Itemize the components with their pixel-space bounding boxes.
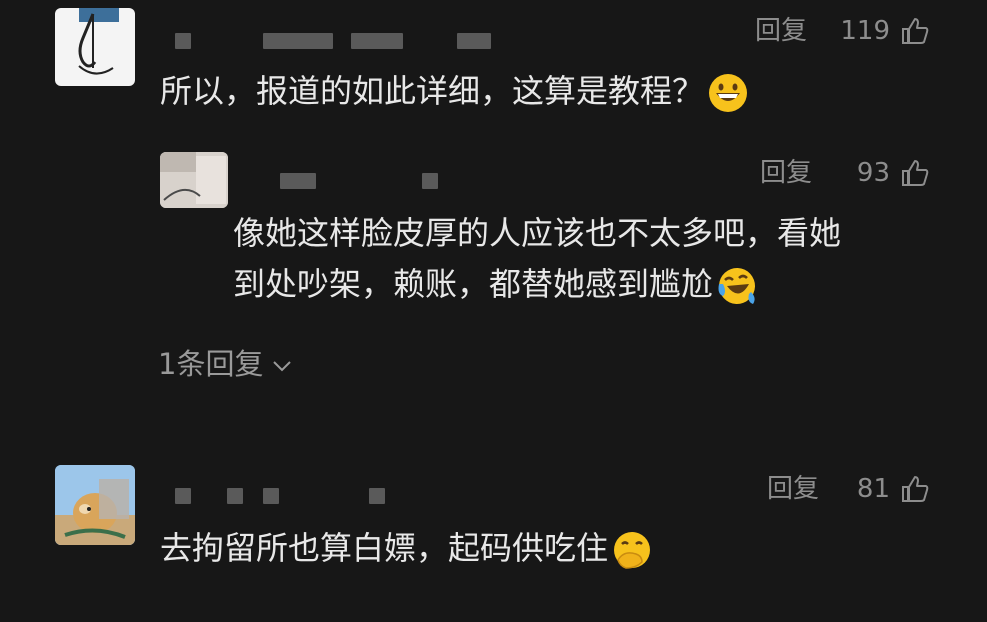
thinking-hand-over-mouth-emoji <box>614 532 651 569</box>
hanging-rope-icon <box>78 8 119 75</box>
comment-text: 所以，报道的如此详细，这算是教程？ <box>160 68 748 114</box>
expand-replies-button[interactable]: 1条回复 <box>158 346 293 382</box>
username-redacted[interactable] <box>280 173 440 189</box>
thumbs-up-icon[interactable] <box>900 474 930 504</box>
avatar[interactable] <box>55 465 135 545</box>
comment-text-line-2: 到处吵架，赖账，都替她感到尴尬 <box>233 261 757 307</box>
chevron-down-icon <box>273 361 292 372</box>
reply-button[interactable]: 回复 <box>760 158 812 188</box>
comment-body: 所以，报道的如此详细，这算是教程？ <box>160 72 705 110</box>
crying-laughing-face-emoji <box>718 268 756 304</box>
comment-body-line-1: 像她这样脸皮厚的人应该也不太多吧，看她 <box>233 214 842 252</box>
reply-button[interactable]: 回复 <box>767 474 819 504</box>
username-redacted[interactable] <box>175 488 395 504</box>
like-count: 81 <box>856 474 890 504</box>
grinning-face-emoji <box>709 74 748 112</box>
like-count: 93 <box>856 158 890 188</box>
expand-replies-label: 1条回复 <box>158 347 264 381</box>
comment-body-line-2: 到处吵架，赖账，都替她感到尴尬 <box>233 265 714 303</box>
comment-text-line-1: 像她这样脸皮厚的人应该也不太多吧，看她 <box>233 210 841 256</box>
like-count: 119 <box>840 16 890 46</box>
avatar[interactable] <box>160 152 228 208</box>
avatar[interactable] <box>55 8 135 86</box>
username-redacted[interactable] <box>175 33 495 49</box>
thumbs-up-icon[interactable] <box>900 16 930 46</box>
thumbs-up-icon[interactable] <box>900 158 930 188</box>
dog-photo <box>55 465 135 545</box>
comment-body: 去拘留所也算白嫖，起码供吃住 <box>160 529 609 567</box>
avatar-photo <box>160 152 228 208</box>
comment-text: 去拘留所也算白嫖，起码供吃住 <box>160 525 652 571</box>
reply-button[interactable]: 回复 <box>755 16 807 46</box>
